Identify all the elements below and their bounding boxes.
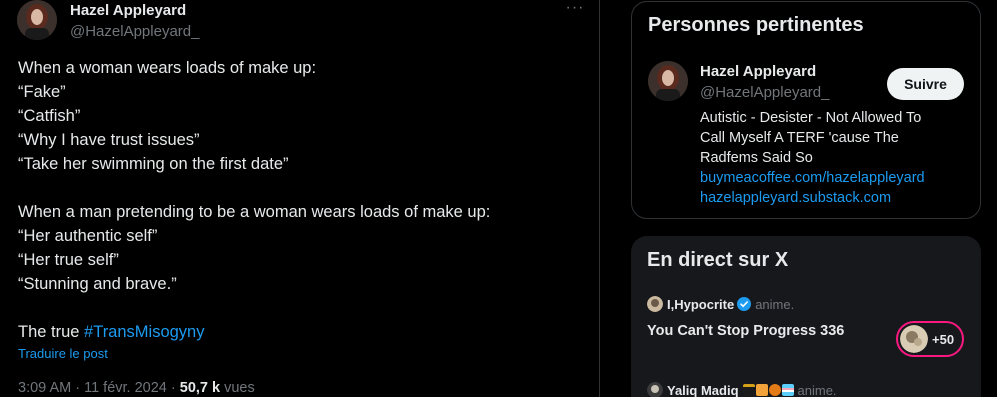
avatar[interactable] — [648, 61, 688, 101]
tweet-line: “Fake” — [18, 83, 66, 101]
tweet-line: “Why I have trust issues” — [18, 131, 200, 149]
relevant-user-bio: Autistic - Desister - Not Allowed To Cal… — [700, 108, 970, 208]
emoji-flags-icon — [742, 384, 794, 396]
tweet-line: When a man pretending to be a woman wear… — [18, 203, 491, 221]
host-activity: anime. — [755, 296, 795, 312]
tweet-line-prefix: The true — [18, 323, 85, 341]
listener-count: +50 — [932, 331, 955, 347]
tweet-time[interactable]: 3:09 AM — [18, 380, 71, 396]
tweet-line: “Her authentic self” — [18, 227, 158, 245]
tweet-line: When a woman wears loads of make up: — [18, 59, 317, 77]
hashtag-link[interactable]: #TransMisogyny — [84, 323, 204, 341]
tweet-line: “Take her swimming on the first date” — [18, 155, 289, 173]
host-name: I,Hypocrite — [667, 296, 735, 312]
translate-post-link[interactable]: Traduire le post — [18, 346, 108, 361]
author-handle[interactable]: @HazelAppleyard_ — [70, 23, 199, 40]
relevant-user-handle[interactable]: @HazelAppleyard_ — [700, 84, 829, 101]
live-on-x-card: En direct sur X I,Hypocrite anime. You C… — [631, 236, 981, 397]
relevant-avatar-image — [648, 61, 688, 101]
space-host-row[interactable]: Yaliq Madiq anime. — [647, 381, 837, 397]
views-count[interactable]: 50,7 k — [180, 380, 220, 396]
views-label: vues — [220, 380, 255, 396]
tweet-line: “Her true self” — [18, 251, 119, 269]
space-title[interactable]: You Can't Stop Progress 336 — [647, 323, 844, 339]
bio-link[interactable]: hazelappleyard.substack.com — [700, 188, 970, 208]
tweet-line: “Stunning and brave.” — [18, 275, 177, 293]
tweet-text: When a woman wears loads of make up: “Fa… — [18, 56, 588, 344]
host-avatar — [647, 296, 663, 312]
tweet-line: “Catfish” — [18, 107, 81, 125]
bio-line: Autistic - Desister - Not Allowed To — [700, 110, 922, 126]
listener-avatar — [900, 325, 928, 353]
bio-line: Radfems Said So — [700, 150, 813, 166]
relevant-people-title: Personnes pertinentes — [648, 14, 864, 36]
avatar[interactable] — [17, 0, 57, 40]
meta-separator: · — [166, 380, 180, 396]
bio-link[interactable]: buymeacoffee.com/hazelappleyard — [700, 168, 970, 188]
author-avatar-image — [17, 0, 57, 40]
follow-button[interactable]: Suivre — [887, 68, 964, 100]
host-name: Yaliq Madiq — [667, 382, 739, 397]
tweet-line-last: The true #TransMisogyny — [18, 320, 588, 344]
host-activity: anime. — [797, 382, 837, 397]
live-title: En direct sur X — [647, 249, 789, 271]
more-horizontal-icon[interactable]: ··· — [564, 0, 586, 20]
meta-separator: · — [71, 380, 85, 396]
relevant-people-card: Personnes pertinentes Hazel Appleyard @H… — [631, 1, 981, 219]
space-listeners-badge[interactable]: +50 — [896, 321, 964, 357]
host-avatar — [647, 382, 663, 397]
tweet-detail: Hazel Appleyard @HazelAppleyard_ ··· Whe… — [0, 0, 600, 397]
author-name[interactable]: Hazel Appleyard — [70, 2, 186, 19]
verified-badge-icon — [737, 297, 752, 311]
bio-line: Call Myself A TERF 'cause The — [700, 130, 899, 146]
tweet-date[interactable]: 11 févr. 2024 — [84, 380, 167, 396]
relevant-user-name[interactable]: Hazel Appleyard — [700, 63, 816, 80]
space-host-row[interactable]: I,Hypocrite anime. — [647, 295, 794, 313]
tweet-meta: 3:09 AM · 11 févr. 2024 · 50,7 k vues — [18, 380, 255, 396]
